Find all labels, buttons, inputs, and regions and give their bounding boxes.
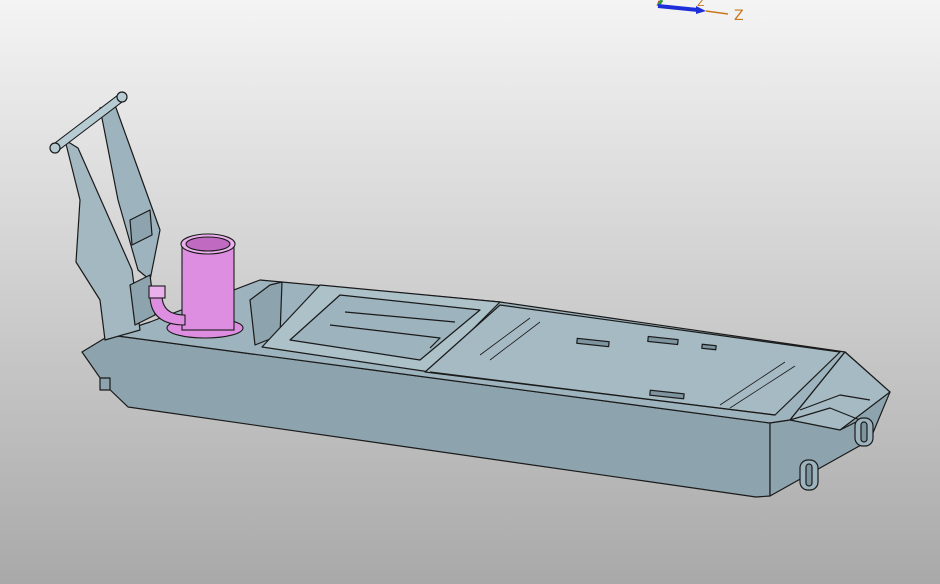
pump-top-inner — [185, 236, 231, 252]
slot-hole[interactable] — [701, 343, 717, 351]
model-canvas[interactable] — [0, 0, 940, 584]
rear-foot[interactable] — [99, 377, 111, 391]
z-axis-label: Z — [734, 8, 744, 24]
caster-wheel[interactable] — [799, 459, 819, 491]
y-axis-label: Z — [697, 0, 705, 9]
pump-body[interactable] — [181, 243, 235, 331]
z-axis-extension — [705, 10, 729, 15]
caster-wheel[interactable] — [854, 417, 874, 447]
handle-cap — [116, 91, 128, 103]
3d-viewport[interactable]: Z Z — [0, 0, 940, 584]
handle-cap — [49, 142, 61, 154]
z-axis-arrow — [657, 4, 699, 12]
pump-outlet-cap[interactable] — [148, 285, 166, 299]
